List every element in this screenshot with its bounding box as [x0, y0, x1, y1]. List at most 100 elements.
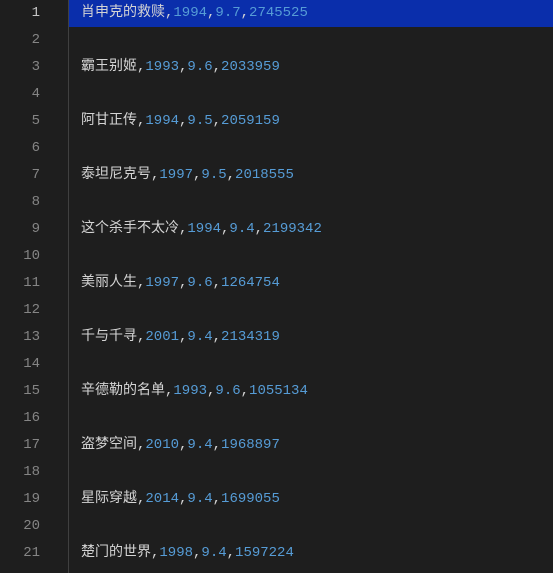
line-number: 3 [0, 54, 68, 81]
movie-title: 星际穿越 [81, 491, 137, 507]
movie-rating: 9.5 [201, 167, 226, 183]
code-line[interactable]: 霸王别姬,1993,9.6,2033959 [69, 54, 553, 81]
code-line[interactable] [69, 405, 553, 432]
movie-votes: 2018555 [235, 167, 294, 183]
line-number: 5 [0, 108, 68, 135]
line-number: 4 [0, 81, 68, 108]
movie-votes: 1597224 [235, 545, 294, 561]
separator: , [213, 437, 221, 453]
separator: , [213, 491, 221, 507]
code-area[interactable]: 肖申克的救赎,1994,9.7,2745525霸王别姬,1993,9.6,203… [69, 0, 553, 573]
movie-year: 2010 [145, 437, 179, 453]
movie-rating: 9.4 [201, 545, 226, 561]
line-number: 18 [0, 459, 68, 486]
line-number: 8 [0, 189, 68, 216]
movie-rating: 9.7 [215, 5, 240, 21]
line-number: 1 [0, 0, 68, 27]
line-number: 21 [0, 540, 68, 567]
movie-title: 阿甘正传 [81, 113, 137, 129]
movie-rating: 9.6 [215, 383, 240, 399]
code-line[interactable]: 辛德勒的名单,1993,9.6,1055134 [69, 378, 553, 405]
movie-votes: 2199342 [263, 221, 322, 237]
code-line[interactable]: 肖申克的救赎,1994,9.7,2745525 [69, 0, 553, 27]
separator: , [213, 59, 221, 75]
code-line[interactable] [69, 135, 553, 162]
movie-votes: 2033959 [221, 59, 280, 75]
movie-title: 辛德勒的名单 [81, 383, 165, 399]
code-line[interactable]: 盗梦空间,2010,9.4,1968897 [69, 432, 553, 459]
code-line[interactable]: 美丽人生,1997,9.6,1264754 [69, 270, 553, 297]
movie-year: 1998 [159, 545, 193, 561]
code-line[interactable]: 泰坦尼克号,1997,9.5,2018555 [69, 162, 553, 189]
separator: , [241, 383, 249, 399]
code-line[interactable] [69, 297, 553, 324]
movie-year: 1994 [173, 5, 207, 21]
line-number: 12 [0, 297, 68, 324]
separator: , [227, 167, 235, 183]
movie-votes: 2745525 [249, 5, 308, 21]
line-number: 10 [0, 243, 68, 270]
line-number: 2 [0, 27, 68, 54]
movie-votes: 1699055 [221, 491, 280, 507]
movie-rating: 9.4 [187, 491, 212, 507]
code-line[interactable] [69, 81, 553, 108]
code-line[interactable] [69, 459, 553, 486]
code-line[interactable] [69, 27, 553, 54]
code-line[interactable] [69, 243, 553, 270]
separator: , [227, 545, 235, 561]
movie-votes: 2059159 [221, 113, 280, 129]
movie-rating: 9.4 [187, 329, 212, 345]
code-line[interactable]: 阿甘正传,1994,9.5,2059159 [69, 108, 553, 135]
code-line[interactable]: 楚门的世界,1998,9.4,1597224 [69, 540, 553, 567]
line-number: 9 [0, 216, 68, 243]
line-number: 17 [0, 432, 68, 459]
code-line[interactable]: 这个杀手不太冷,1994,9.4,2199342 [69, 216, 553, 243]
movie-year: 1993 [173, 383, 207, 399]
movie-year: 1997 [159, 167, 193, 183]
code-line[interactable] [69, 189, 553, 216]
code-editor[interactable]: 123456789101112131415161718192021 肖申克的救赎… [0, 0, 553, 573]
movie-title: 千与千寻 [81, 329, 137, 345]
movie-votes: 2134319 [221, 329, 280, 345]
line-number-gutter: 123456789101112131415161718192021 [0, 0, 68, 573]
movie-votes: 1055134 [249, 383, 308, 399]
line-number: 7 [0, 162, 68, 189]
movie-rating: 9.6 [187, 59, 212, 75]
line-number: 6 [0, 135, 68, 162]
movie-title: 美丽人生 [81, 275, 137, 291]
code-line[interactable] [69, 513, 553, 540]
separator: , [255, 221, 263, 237]
movie-votes: 1968897 [221, 437, 280, 453]
line-number: 20 [0, 513, 68, 540]
movie-year: 1993 [145, 59, 179, 75]
movie-title: 霸王别姬 [81, 59, 137, 75]
separator: , [213, 275, 221, 291]
line-number: 14 [0, 351, 68, 378]
movie-votes: 1264754 [221, 275, 280, 291]
line-number: 11 [0, 270, 68, 297]
movie-rating: 9.4 [229, 221, 254, 237]
code-line[interactable] [69, 351, 553, 378]
line-number: 16 [0, 405, 68, 432]
code-line[interactable]: 千与千寻,2001,9.4,2134319 [69, 324, 553, 351]
movie-rating: 9.4 [187, 437, 212, 453]
separator: , [213, 329, 221, 345]
movie-title: 这个杀手不太冷 [81, 221, 179, 237]
separator: , [213, 113, 221, 129]
movie-year: 1997 [145, 275, 179, 291]
movie-year: 2014 [145, 491, 179, 507]
movie-rating: 9.5 [187, 113, 212, 129]
line-number: 19 [0, 486, 68, 513]
movie-rating: 9.6 [187, 275, 212, 291]
movie-title: 泰坦尼克号 [81, 167, 151, 183]
movie-title: 楚门的世界 [81, 545, 151, 561]
movie-year: 1994 [187, 221, 221, 237]
separator: , [241, 5, 249, 21]
line-number: 13 [0, 324, 68, 351]
line-number: 15 [0, 378, 68, 405]
movie-year: 1994 [145, 113, 179, 129]
code-line[interactable]: 星际穿越,2014,9.4,1699055 [69, 486, 553, 513]
movie-title: 盗梦空间 [81, 437, 137, 453]
movie-title: 肖申克的救赎 [81, 5, 165, 21]
movie-year: 2001 [145, 329, 179, 345]
